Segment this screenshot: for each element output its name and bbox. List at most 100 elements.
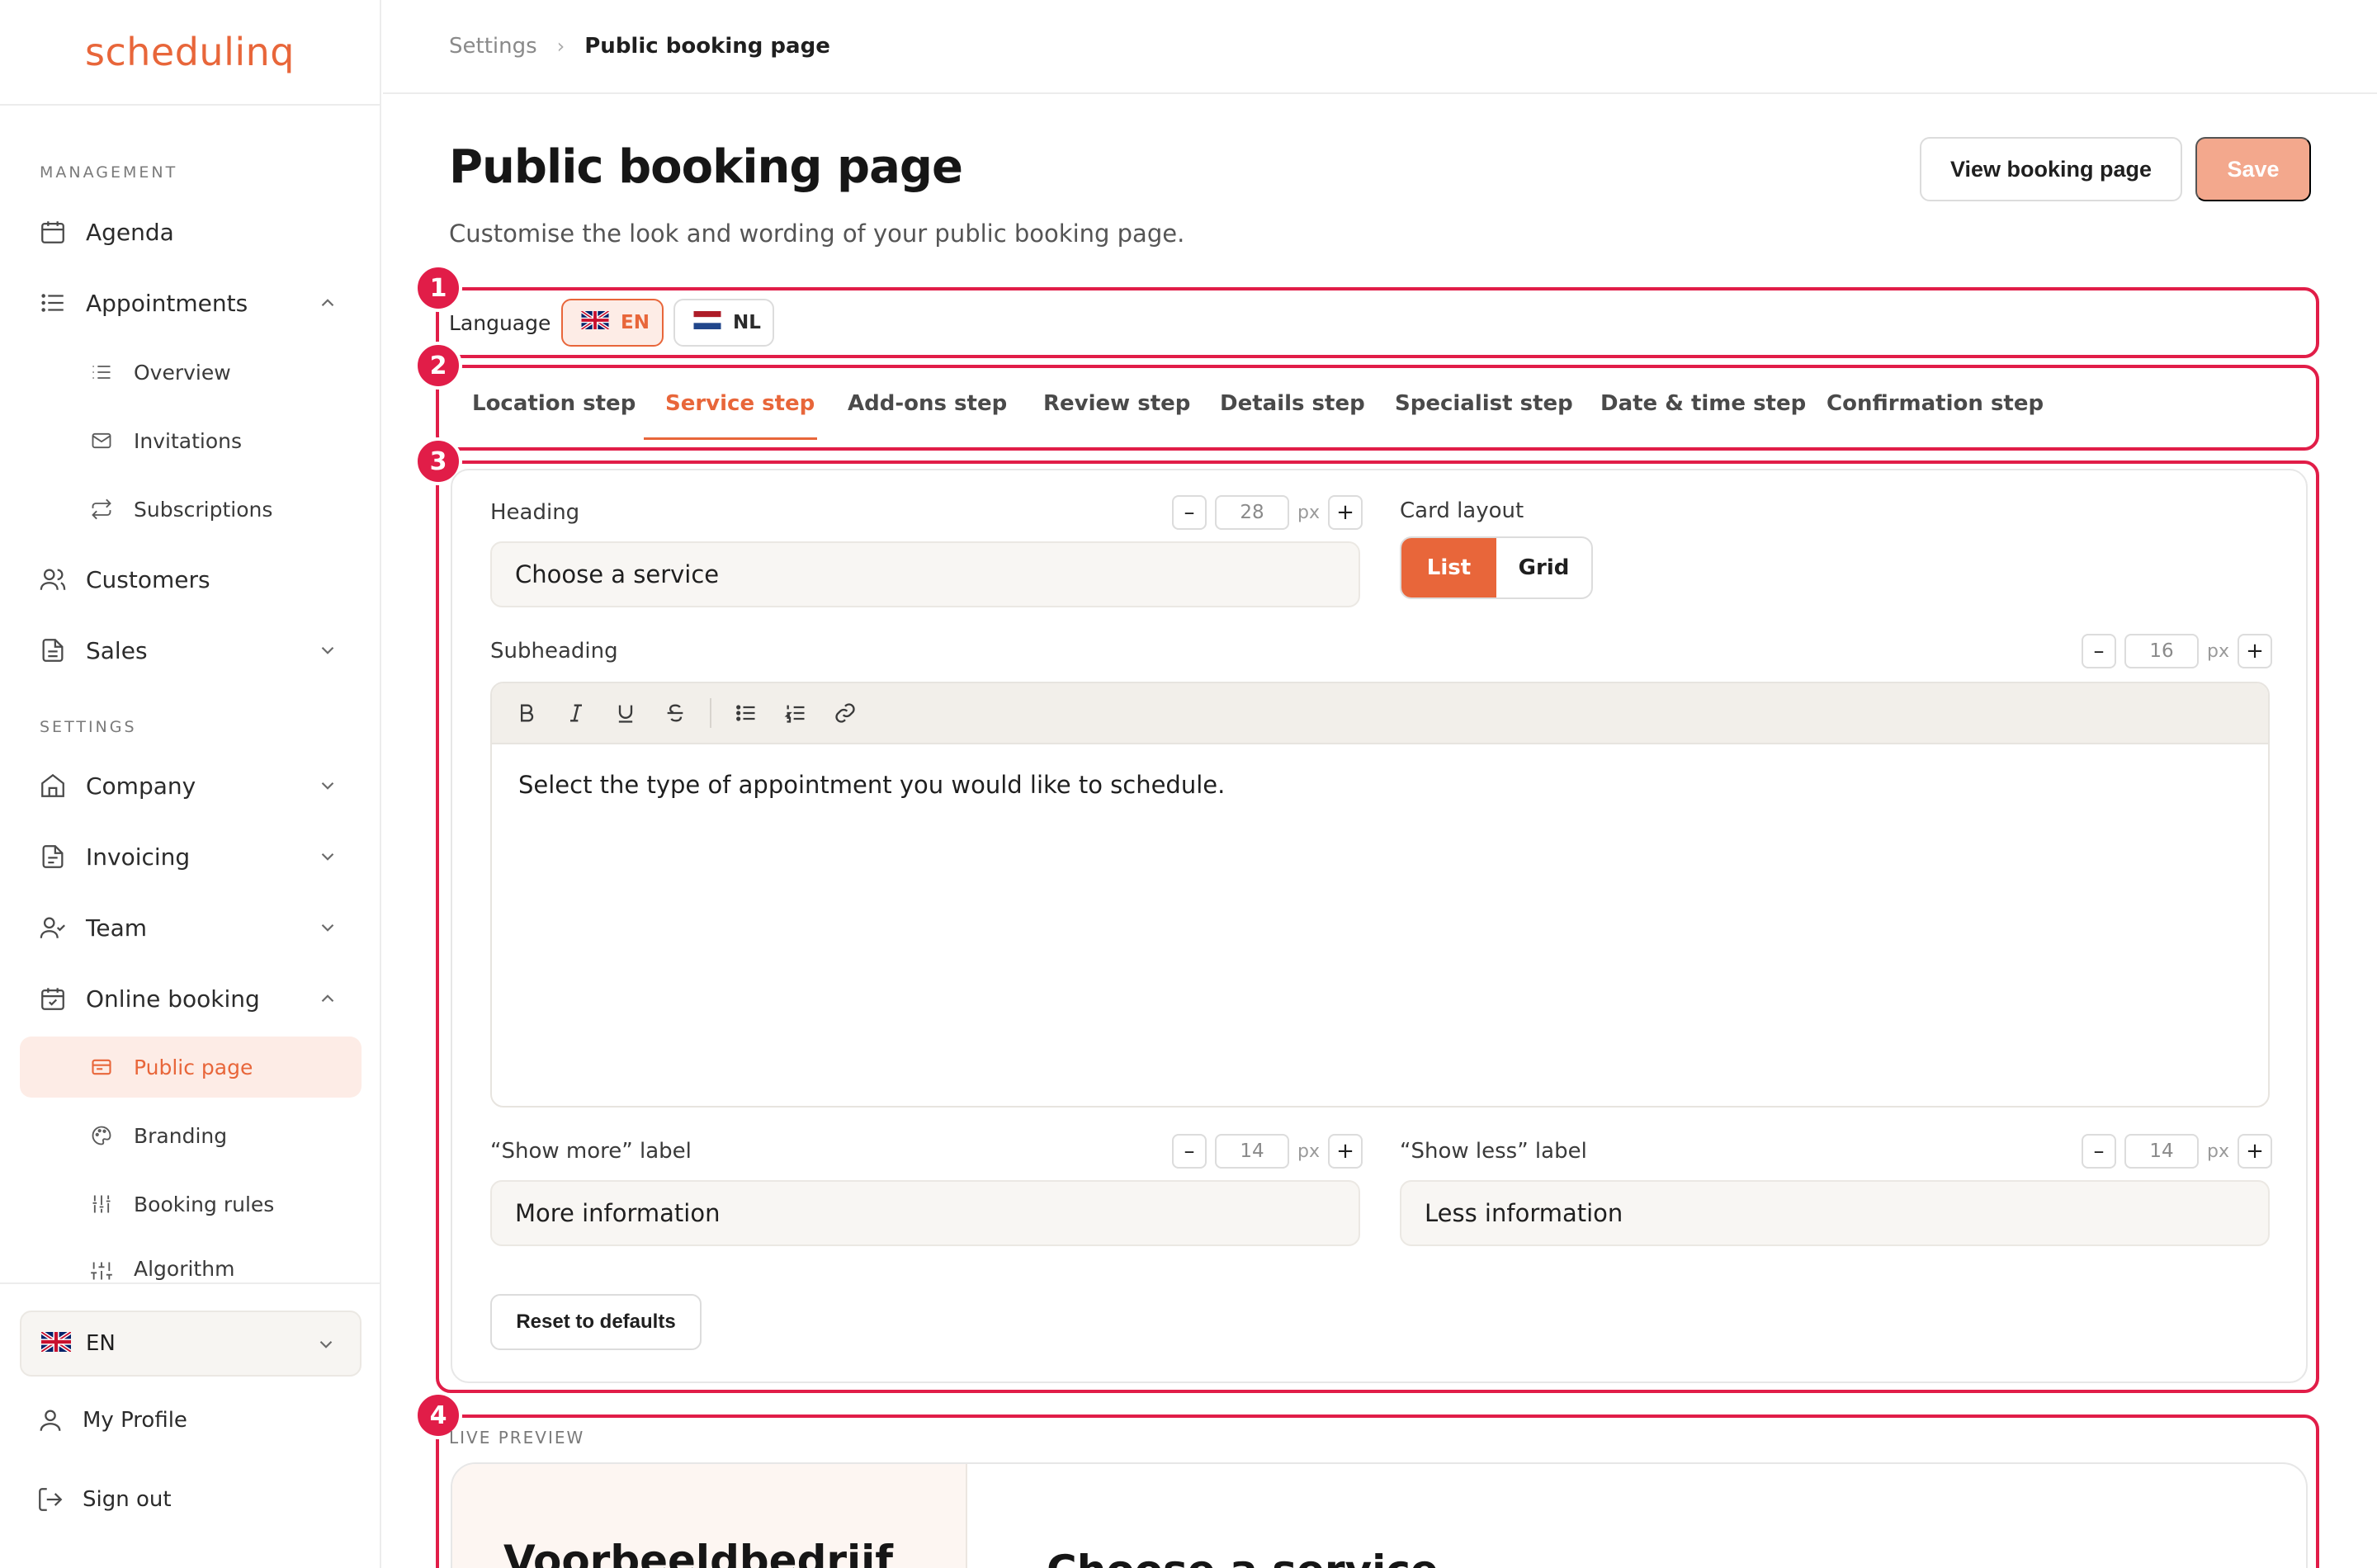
sidebar-item-customers[interactable]: Customers (20, 550, 362, 608)
sidebar-item-invoicing[interactable]: Invoicing (20, 828, 362, 886)
card-layout-label: Card layout (1400, 498, 1524, 523)
numbered-list-icon[interactable] (781, 698, 810, 728)
show-more-label: “Show more” label (490, 1139, 692, 1164)
chevron-down-icon (319, 1340, 333, 1348)
show-less-size-input[interactable]: 14 (2124, 1134, 2199, 1169)
show-more-input[interactable]: More information (490, 1180, 1360, 1246)
tab-location-step[interactable]: Location step (472, 391, 636, 416)
tab-review-step[interactable]: Review step (1043, 391, 1190, 416)
card-layout-grid-option[interactable]: Grid (1496, 538, 1591, 597)
sidebar-item-public-page[interactable]: Public page (20, 1037, 362, 1098)
sidebar-item-appointments[interactable]: Appointments (20, 274, 362, 332)
language-option-label: NL (733, 312, 761, 333)
annotation-badge-2: 2 (414, 342, 462, 390)
decrease-button[interactable]: – (2082, 634, 2116, 668)
chevron-down-icon[interactable] (317, 775, 338, 796)
sidebar-item-team[interactable]: Team (20, 899, 362, 956)
tab-date-time-step[interactable]: Date & time step (1600, 391, 1806, 416)
size-unit: px (1297, 1141, 1320, 1162)
sidebar-item-overview[interactable]: Overview (20, 342, 362, 403)
show-more-size-input[interactable]: 14 (1215, 1134, 1289, 1169)
sidebar-item-label: Algorithm (134, 1257, 235, 1281)
sidebar-item-label: Invitations (134, 428, 242, 453)
increase-button[interactable]: + (1327, 1134, 1363, 1169)
sign-out-link[interactable]: Sign out (36, 1485, 172, 1514)
decrease-button[interactable]: – (1172, 1134, 1207, 1169)
show-less-label: “Show less” label (1400, 1139, 1587, 1164)
user-check-icon (38, 913, 68, 942)
show-less-input[interactable]: Less information (1400, 1180, 2270, 1246)
logo-text: schedulinq (85, 30, 295, 74)
document-icon (38, 635, 68, 665)
view-booking-page-button[interactable]: View booking page (1920, 137, 2182, 201)
decrease-button[interactable]: – (2082, 1134, 2116, 1169)
preview-company-panel: Voorbeeldbedrijf (452, 1464, 967, 1568)
sidebar-item-branding[interactable]: Branding (20, 1105, 362, 1166)
subheading-editor-content[interactable]: Select the type of appointment you would… (492, 744, 2268, 825)
link-icon[interactable] (830, 698, 860, 728)
language-select[interactable]: EN (20, 1311, 362, 1377)
chevron-down-icon[interactable] (317, 640, 338, 661)
section-label-management: MANAGEMENT (40, 163, 178, 182)
save-button[interactable]: Save (2195, 137, 2311, 201)
chevron-up-icon[interactable] (317, 292, 338, 314)
preview-heading: Choose a service (1047, 1547, 1439, 1568)
language-option-en[interactable]: EN (561, 299, 664, 347)
tab-confirmation-step[interactable]: Confirmation step (1826, 391, 2044, 416)
sidebar-item-algorithm[interactable]: Algorithm (20, 1242, 362, 1288)
chevron-down-icon[interactable] (317, 917, 338, 938)
sidebar-divider (0, 1282, 381, 1284)
language-select-value: EN (86, 1331, 116, 1356)
calendar-icon (38, 217, 68, 247)
sidebar-item-label: Agenda (86, 218, 174, 246)
subheading-size-input[interactable]: 16 (2124, 634, 2199, 668)
list-icon (38, 288, 68, 318)
bullet-list-icon[interactable] (731, 698, 761, 728)
invoice-icon (38, 842, 68, 871)
heading-size-input[interactable]: 28 (1215, 495, 1289, 530)
strikethrough-icon[interactable] (660, 698, 690, 728)
my-profile-link[interactable]: My Profile (36, 1406, 187, 1434)
sidebar-item-subscriptions[interactable]: Subscriptions (20, 479, 362, 540)
reset-to-defaults-button[interactable]: Reset to defaults (490, 1294, 702, 1350)
section-label-settings: SETTINGS (40, 718, 137, 736)
logo[interactable]: schedulinq (0, 0, 380, 106)
sidebar-item-invitations[interactable]: Invitations (20, 410, 362, 471)
language-option-nl[interactable]: NL (673, 299, 774, 347)
browser-icon (87, 1053, 116, 1081)
sidebar-item-company[interactable]: Company (20, 757, 362, 815)
sidebar-item-booking-rules[interactable]: Booking rules (20, 1174, 362, 1235)
card-layout-toggle: List Grid (1400, 536, 1593, 599)
chevron-down-icon[interactable] (317, 846, 338, 867)
breadcrumb-current: Public booking page (584, 34, 830, 59)
heading-input[interactable]: Choose a service (490, 541, 1360, 607)
sidebar-item-online-booking[interactable]: Online booking (20, 970, 362, 1027)
subheading-label: Subheading (490, 639, 618, 664)
increase-button[interactable]: + (1327, 495, 1363, 530)
tab-details-step[interactable]: Details step (1220, 391, 1365, 416)
active-tab-indicator (644, 437, 817, 440)
sign-out-label: Sign out (83, 1487, 172, 1512)
tab-specialist-step[interactable]: Specialist step (1395, 391, 1573, 416)
card-layout-list-option[interactable]: List (1401, 538, 1496, 597)
sidebar-item-sales[interactable]: Sales (20, 621, 362, 679)
bold-icon[interactable] (512, 698, 541, 728)
tab-add-ons-step[interactable]: Add-ons step (848, 391, 1007, 416)
decrease-button[interactable]: – (1172, 495, 1207, 530)
calendar-check-icon (38, 984, 68, 1013)
increase-button[interactable]: + (2237, 634, 2272, 668)
tune-icon (87, 1257, 116, 1285)
sign-out-icon (39, 1488, 63, 1511)
sidebar-item-agenda[interactable]: Agenda (20, 203, 362, 261)
mail-icon (87, 427, 116, 455)
breadcrumb-settings[interactable]: Settings (449, 34, 537, 59)
sidebar-item-label: Subscriptions (134, 497, 273, 522)
underline-icon[interactable] (611, 698, 640, 728)
increase-button[interactable]: + (2237, 1134, 2272, 1169)
italic-icon[interactable] (561, 698, 591, 728)
tab-service-step[interactable]: Service step (665, 391, 815, 416)
chevron-up-icon[interactable] (317, 988, 338, 1009)
annotation-badge-1: 1 (414, 264, 462, 312)
size-unit: px (2207, 1141, 2229, 1162)
sliders-icon (87, 1190, 116, 1218)
